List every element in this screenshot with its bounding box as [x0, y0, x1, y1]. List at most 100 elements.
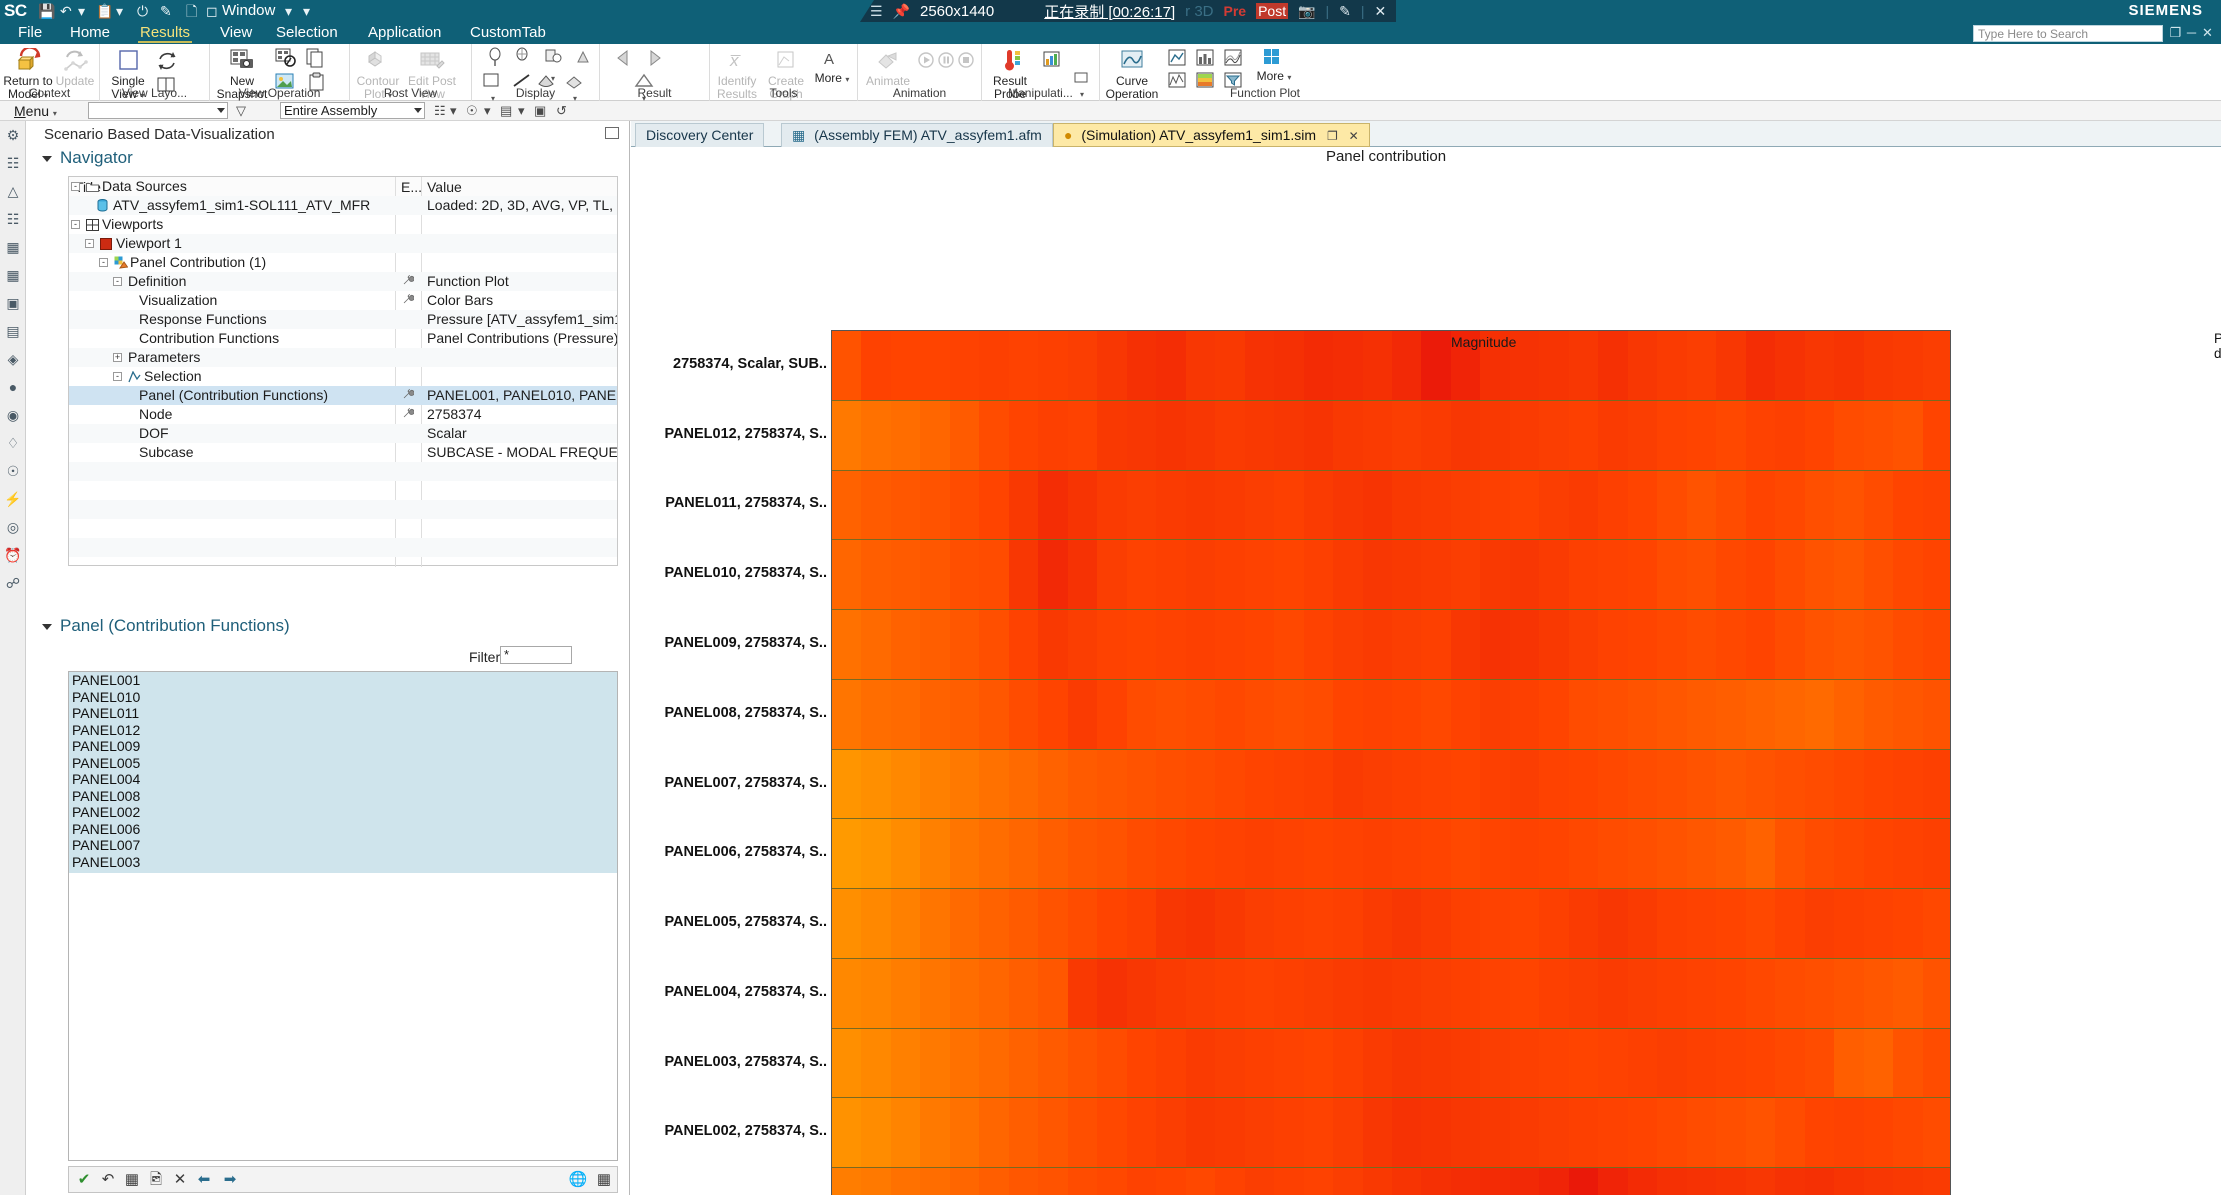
navigator-row[interactable]: + Parameters [69, 348, 617, 367]
list-item[interactable]: PANEL010 [72, 689, 140, 705]
result-prev-button[interactable] [610, 46, 638, 71]
tab-application[interactable]: Application [360, 22, 449, 44]
heatmap-plot[interactable] [831, 330, 1951, 1195]
hamburger-icon[interactable]: ☰ [870, 3, 883, 20]
selection-filter-caret-icon[interactable]: ▾ [450, 103, 457, 119]
wrench-icon[interactable] [402, 293, 415, 308]
list-item[interactable]: PANEL006 [72, 821, 140, 837]
menu-button[interactable]: Menu ▾ [14, 103, 57, 119]
simulation-icon[interactable]: △ [3, 181, 23, 201]
navigator-tree[interactable]: Title E... Value -Data SourcesATV_assyfe… [68, 176, 618, 567]
layers-icon[interactable]: ☷ [3, 209, 23, 229]
layer-caret-icon[interactable]: ▾ [518, 103, 525, 119]
assembly-scope-combo[interactable]: Entire Assembly [280, 102, 425, 119]
tab-view[interactable]: View [212, 22, 260, 44]
tree-expander-icon[interactable]: - [99, 258, 108, 267]
navigator-row[interactable]: Subcase SUBCASE - MODAL FREQUEN... [69, 443, 617, 462]
result-chart-button[interactable] [1038, 48, 1066, 73]
navigator-row[interactable]: - Viewports [69, 215, 617, 234]
tree-expander-icon[interactable]: - [71, 220, 80, 229]
wrench-icon[interactable] [402, 407, 415, 422]
restore-icon[interactable]: ❐ [1327, 129, 1338, 143]
navigator-collapse-icon[interactable] [42, 156, 52, 162]
microphone-icon[interactable]: ⏻ [137, 2, 148, 20]
class-selection-icon[interactable]: ▣ [534, 103, 546, 119]
window-menu[interactable]: Window [222, 0, 275, 22]
apply-check-icon[interactable]: ✔ [73, 1170, 95, 1190]
undo-icon[interactable]: ↶ [97, 1170, 119, 1190]
result-next-button[interactable] [640, 46, 668, 71]
heatmap-row[interactable] [832, 749, 1950, 820]
navigator-row[interactable]: - Viewport 1 [69, 234, 617, 253]
model-navigator-icon[interactable]: ☷ [3, 153, 23, 173]
navigator-row[interactable]: Response Functions Pressure [ATV_assyfem1… [69, 310, 617, 329]
post-processing-icon[interactable]: ▦ [3, 237, 23, 257]
multi-select-icon[interactable]: ▦ [593, 1170, 615, 1190]
probe-icon[interactable]: ◉ [3, 405, 23, 425]
navigator-row[interactable]: Contribution Functions Panel Contribution… [69, 329, 617, 348]
tree-expander-icon[interactable]: - [113, 372, 122, 381]
close-icon[interactable]: ✕ [1349, 129, 1359, 143]
heatmap-row[interactable] [832, 889, 1950, 959]
close-icon[interactable]: ✕ [2200, 25, 2215, 41]
navigator-row[interactable]: DOF Scalar [69, 424, 617, 443]
tree-expander-icon[interactable]: + [113, 353, 122, 362]
sync-views-button[interactable] [154, 50, 180, 75]
heatmap-row[interactable] [832, 400, 1950, 471]
more-function-plots-button[interactable]: More ▾ [1250, 47, 1298, 83]
navigator-row[interactable]: Node 2758374 [69, 405, 617, 424]
filter-icon[interactable]: ▽ [236, 103, 246, 119]
list-item[interactable]: PANEL011 [72, 705, 139, 721]
heatmap-row[interactable] [832, 540, 1950, 611]
list-item[interactable]: PANEL008 [72, 788, 140, 804]
measure-icon[interactable]: ☉ [3, 461, 23, 481]
bolt-icon[interactable]: ⚡ [3, 489, 23, 509]
xy-plot-button[interactable] [1164, 47, 1190, 70]
display-mesh-button[interactable] [510, 46, 536, 71]
panel-section-collapse-icon[interactable] [42, 624, 52, 630]
pin-icon[interactable] [605, 127, 619, 139]
list-item[interactable]: PANEL012 [72, 722, 140, 738]
add-record-icon[interactable]: ▦ [121, 1170, 143, 1190]
list-item[interactable]: PANEL007 [72, 837, 140, 853]
paste-dropdown-icon[interactable]: ▾ [116, 2, 123, 20]
window-menu-caret-icon[interactable]: ▾ [285, 2, 292, 20]
list-item[interactable]: PANEL005 [72, 755, 140, 771]
save-icon[interactable]: 💾 [38, 2, 55, 20]
link-icon[interactable]: ☍ [3, 573, 23, 593]
list-item[interactable]: PANEL004 [72, 771, 140, 787]
duplicate-icon[interactable]: 🗋 [186, 2, 197, 20]
clock-icon[interactable]: ⏰ [3, 545, 23, 565]
navigator-row[interactable]: - Panel Contribution (1) [69, 253, 617, 272]
chart-icon[interactable]: ▤ [3, 321, 23, 341]
navigator-row[interactable]: Panel (Contribution Functions) PANEL001, … [69, 386, 617, 405]
pin-icon[interactable]: 📌 [893, 3, 910, 20]
tab-discovery-center[interactable]: Discovery Center [635, 123, 765, 147]
undo-icon[interactable]: ↶ [60, 2, 72, 20]
close-icon[interactable]: ✕ [1375, 3, 1387, 20]
tab-results[interactable]: Results [132, 22, 198, 44]
tree-expander-icon[interactable]: - [71, 182, 80, 191]
reset-icon[interactable]: ↺ [556, 103, 567, 119]
back-arrow-icon[interactable]: ⬅ [193, 1170, 215, 1190]
image-icon[interactable]: 🖻 [145, 1170, 167, 1190]
window-box-icon[interactable]: ◻ [206, 2, 218, 20]
pen-tool-icon[interactable]: ✎ [160, 2, 172, 20]
copy-button[interactable] [302, 47, 328, 70]
tree-expander-icon[interactable]: - [85, 239, 94, 248]
snap-point-icon[interactable]: ☉ [466, 103, 478, 119]
tab-customtab[interactable]: CustomTab [462, 22, 554, 44]
tab-selection[interactable]: Selection [268, 22, 346, 44]
heatmap-row[interactable] [832, 470, 1950, 541]
heatmap-row[interactable] [832, 679, 1950, 750]
results-icon[interactable]: ▣ [3, 293, 23, 313]
heatmap-row[interactable] [832, 819, 1950, 890]
wrench-icon[interactable] [402, 274, 415, 289]
minimize-icon[interactable]: ─ [2184, 25, 2199, 41]
heatmap-row[interactable] [832, 331, 1950, 401]
display-extra-button[interactable] [570, 46, 596, 71]
heatmap-row[interactable] [832, 1028, 1950, 1099]
heatmap-row[interactable] [832, 958, 1950, 1029]
navigator-row[interactable]: ATV_assyfem1_sim1-SOL111_ATV_MFR Loaded: … [69, 196, 617, 215]
heatmap-row[interactable] [832, 1098, 1950, 1169]
